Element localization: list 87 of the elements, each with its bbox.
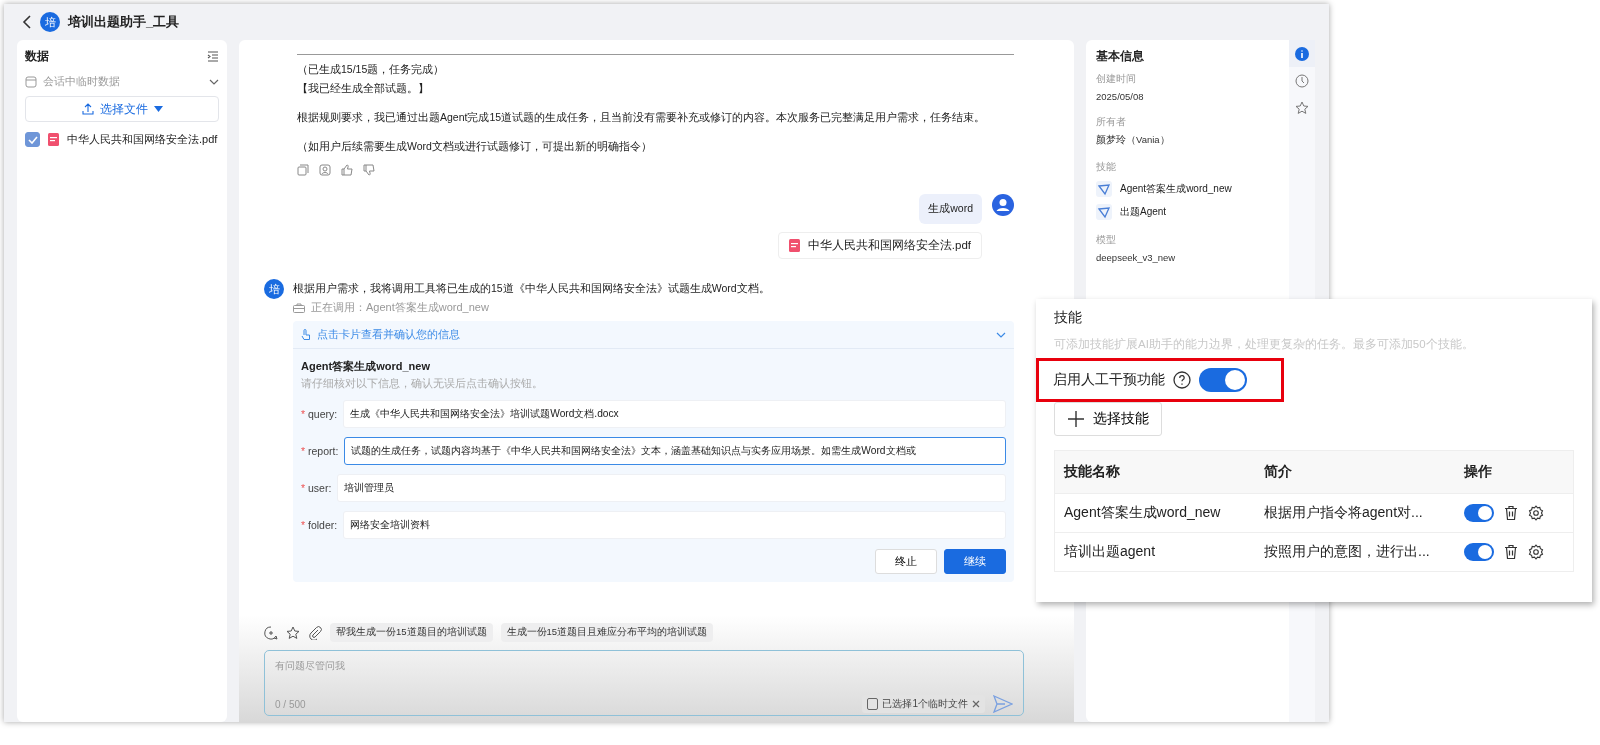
toolbox-icon bbox=[293, 302, 305, 313]
field-label: * folder: bbox=[301, 519, 338, 531]
thumbs-up-icon[interactable] bbox=[341, 164, 353, 176]
trash-icon[interactable] bbox=[1504, 505, 1518, 521]
back-icon[interactable] bbox=[22, 15, 32, 29]
attachment-chip[interactable]: 中华人民共和国网络安全法.pdf bbox=[777, 232, 982, 259]
collapse-icon[interactable] bbox=[207, 51, 219, 62]
assistant-avatar: 培 bbox=[40, 12, 60, 32]
info-tab[interactable] bbox=[1289, 40, 1315, 67]
column-header: 操作 bbox=[1463, 463, 1493, 481]
file-chip[interactable]: 已选择1个临时文件 bbox=[862, 695, 985, 713]
stop-button[interactable]: 终止 bbox=[875, 549, 937, 574]
field-value: 颜梦玲（Vania） bbox=[1096, 134, 1171, 147]
add-skill-button[interactable]: 选择技能 bbox=[1054, 402, 1162, 436]
message-text: 根据规则要求，我已通过出题Agent完成15道试题的生成任务，且当前没有需要补充或修订的内容。本次服务已完整满足用户需求，任务结束。 bbox=[297, 110, 987, 125]
file-icon bbox=[867, 698, 879, 710]
window-title: 培训出题助手_工具 bbox=[68, 13, 180, 31]
assistant-avatar: 培 bbox=[264, 279, 284, 299]
field-label: 创建时间 bbox=[1096, 73, 1137, 86]
pdf-icon bbox=[788, 239, 800, 252]
character-counter: 0 / 500 bbox=[275, 698, 306, 710]
panel-title: 数据 bbox=[25, 48, 49, 65]
table-cell-text: Agent答案生成word_new bbox=[1063, 504, 1222, 522]
popup-title: 技能 bbox=[1054, 309, 1083, 327]
caret-icon bbox=[153, 106, 163, 112]
help-icon[interactable] bbox=[1173, 371, 1191, 389]
plus-icon bbox=[1067, 410, 1085, 428]
message-text: 根据用户需求，我将调用工具将已生成的15道《中华人民共和国网络安全法》试题生成Word文档。 bbox=[293, 281, 771, 296]
close-icon[interactable] bbox=[972, 700, 980, 708]
skill-icon bbox=[1096, 181, 1112, 197]
table-cell-text: 根据用户指令将agent对... bbox=[1263, 504, 1424, 522]
message-input[interactable]: 有问题尽管问我 0 / 500 已选择1个临时文件 bbox=[264, 650, 1024, 716]
thumbs-down-icon[interactable] bbox=[363, 164, 375, 176]
chevron-down-icon[interactable] bbox=[996, 331, 1006, 338]
settings-icon[interactable] bbox=[1528, 544, 1544, 560]
field-label: 所有者 bbox=[1096, 116, 1127, 129]
input-placeholder: 有问题尽管问我 bbox=[275, 659, 346, 673]
upload-icon bbox=[81, 103, 94, 115]
tool-status: 正在调用：Agent答案生成word_new bbox=[311, 300, 489, 315]
suggestion-chip[interactable]: 生成一份15道题目且难应分布平均的培训试题 bbox=[500, 623, 714, 642]
clock-icon bbox=[1295, 73, 1309, 88]
card-title: Agent答案生成word_new bbox=[301, 359, 431, 374]
file-name[interactable]: 中华人民共和国网络安全法.pdf bbox=[67, 132, 218, 147]
field-label: * report: bbox=[301, 445, 339, 457]
field-label: 模型 bbox=[1096, 234, 1117, 247]
input-field[interactable]: 试题的生成任务，试题内容均基于《中华人民共和国网络安全法》文本，涵盖基础知识点与实务应用场景。如需生成Word文档或 bbox=[344, 437, 1006, 465]
column-header: 技能名称 bbox=[1062, 463, 1121, 481]
info-icon bbox=[1295, 46, 1309, 61]
new-chat-icon[interactable] bbox=[264, 625, 278, 640]
field-label: 技能 bbox=[1096, 161, 1117, 174]
toggle-switch[interactable] bbox=[1464, 504, 1494, 522]
star-icon bbox=[1295, 100, 1309, 115]
card-hint: 请仔细核对以下信息，确认无误后点击确认按钮。 bbox=[301, 377, 544, 391]
star-icon[interactable] bbox=[286, 625, 300, 640]
user-avatar-icon bbox=[992, 194, 1014, 216]
input-field[interactable]: 生成《中华人民共和国网络安全法》培训试题Word文档.docx bbox=[343, 400, 1006, 428]
table-cell-text: 按照用户的意图，进行出... bbox=[1263, 543, 1431, 561]
toggle-switch[interactable] bbox=[1199, 368, 1247, 392]
skill-name[interactable]: Agent答案生成word_new bbox=[1120, 182, 1232, 196]
pdf-icon bbox=[48, 133, 59, 146]
field-value: deepseek_v3_new bbox=[1096, 252, 1177, 263]
toggle-switch[interactable] bbox=[1464, 543, 1494, 561]
continue-button[interactable]: 继续 bbox=[944, 549, 1006, 574]
field-label: * user: bbox=[301, 482, 332, 494]
trash-icon[interactable] bbox=[1504, 544, 1518, 560]
skill-icon bbox=[1096, 204, 1112, 220]
suggestion-chip[interactable]: 帮我生成一份15道题目的培训试题 bbox=[330, 623, 493, 642]
user-message: 生成word bbox=[919, 194, 982, 224]
checkbox[interactable] bbox=[25, 132, 40, 147]
message-text: 【我已经生成全部试题。】 bbox=[297, 81, 430, 96]
message-text: （已生成15/15题，任务完成） bbox=[297, 62, 446, 77]
chevron-down-icon[interactable] bbox=[209, 78, 219, 85]
storage-icon bbox=[25, 75, 37, 88]
field-label: * query: bbox=[301, 408, 338, 420]
input-field[interactable]: 网络安全培训资料 bbox=[343, 511, 1006, 539]
skill-name[interactable]: 出题Agent bbox=[1120, 205, 1167, 219]
field-value: 2025/05/08 bbox=[1096, 91, 1145, 102]
table-cell-text: 培训出题agent bbox=[1063, 543, 1157, 561]
column-header: 简介 bbox=[1263, 463, 1293, 481]
upload-button[interactable]: 选择文件 bbox=[25, 96, 219, 122]
paperclip-icon[interactable] bbox=[308, 625, 322, 640]
message-text: （如用户后续需要生成Word文档或进行试题修订，可提出新的明确指令） bbox=[297, 139, 653, 154]
settings-icon[interactable] bbox=[1528, 505, 1544, 521]
panel-title: 基本信息 bbox=[1096, 48, 1145, 65]
card-header[interactable]: 点击卡片查看并确认您的信息 bbox=[317, 327, 460, 342]
toggle-label: 启用人工干预功能 bbox=[1053, 371, 1165, 389]
input-field[interactable]: 培训管理员 bbox=[337, 474, 1006, 502]
